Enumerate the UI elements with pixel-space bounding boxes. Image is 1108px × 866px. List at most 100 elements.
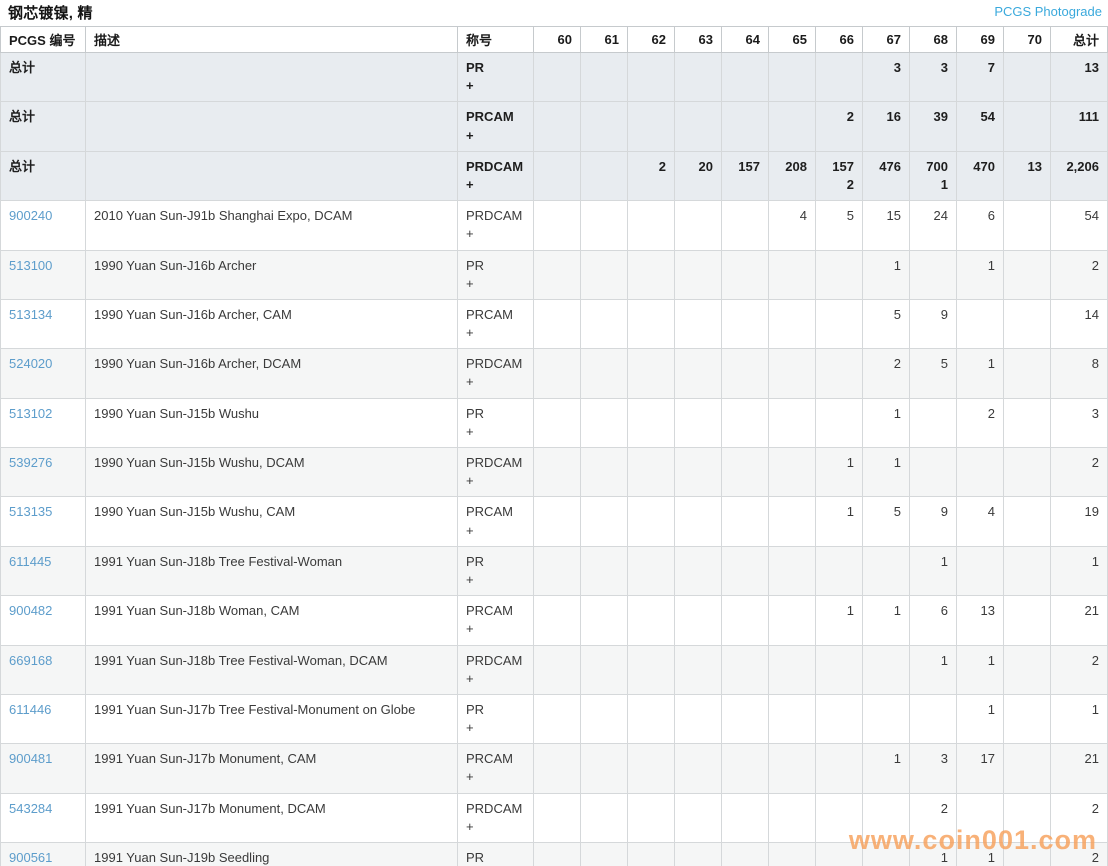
data-grade-cell — [534, 793, 581, 842]
col-header-grade-65: 65 — [769, 27, 816, 53]
total-grade-cell: 13 — [1051, 53, 1108, 102]
data-grade-cell: 5 — [863, 299, 910, 348]
table-body: 总计PR +33713总计PRCAM +2163954111总计PRDCAM +… — [1, 53, 1108, 866]
data-grade-cell — [581, 201, 628, 250]
total-grade-cell: 2,206 — [1051, 151, 1108, 200]
pcgs-number-cell: 539276 — [1, 448, 86, 497]
pcgs-number-cell: 611446 — [1, 694, 86, 743]
data-grade-cell — [957, 299, 1004, 348]
data-grade-cell — [628, 299, 675, 348]
designation-cell: PRCAM + — [458, 299, 534, 348]
page-title: 钢芯镀镍, 精 — [8, 2, 93, 23]
data-grade-cell: 1 — [816, 497, 863, 546]
designation-cell: PRDCAM + — [458, 645, 534, 694]
description-cell — [86, 151, 458, 200]
pcgs-number-link[interactable]: 611446 — [9, 702, 51, 717]
data-grade-cell: 2 — [1051, 448, 1108, 497]
description-cell: 1990 Yuan Sun-J15b Wushu, DCAM — [86, 448, 458, 497]
data-grade-cell — [769, 250, 816, 299]
data-grade-cell — [1004, 299, 1051, 348]
data-grade-cell — [816, 299, 863, 348]
pcgs-number-link[interactable]: 900240 — [9, 208, 52, 223]
pcgs-number-link[interactable]: 900482 — [9, 603, 52, 618]
data-grade-cell — [816, 250, 863, 299]
table-row: 5131351990 Yuan Sun-J15b Wushu, CAMPRCAM… — [1, 497, 1108, 546]
col-header-pcgs-number: PCGS 编号 — [1, 27, 86, 53]
total-grade-cell — [1004, 102, 1051, 151]
designation-cell: PRDCAM + — [458, 349, 534, 398]
data-grade-cell — [722, 250, 769, 299]
data-grade-cell: 3 — [1051, 398, 1108, 447]
data-grade-cell — [628, 596, 675, 645]
data-grade-cell — [581, 744, 628, 793]
pcgs-number-link[interactable]: 900481 — [9, 751, 52, 766]
data-grade-cell: 9 — [910, 299, 957, 348]
data-grade-cell — [581, 349, 628, 398]
description-cell — [86, 53, 458, 102]
pcgs-number-link[interactable]: 513100 — [9, 258, 52, 273]
data-grade-cell: 2 — [957, 398, 1004, 447]
total-grade-cell — [628, 102, 675, 151]
pcgs-photograde-link[interactable]: PCGS Photograde — [994, 4, 1102, 19]
data-grade-cell: 1 — [816, 448, 863, 497]
data-grade-cell: 17 — [957, 744, 1004, 793]
pcgs-number-link[interactable]: 524020 — [9, 356, 52, 371]
data-grade-cell — [534, 398, 581, 447]
data-grade-cell — [722, 398, 769, 447]
data-grade-cell — [816, 694, 863, 743]
data-grade-cell — [581, 546, 628, 595]
pcgs-number-link[interactable]: 513134 — [9, 307, 52, 322]
data-grade-cell — [769, 546, 816, 595]
data-grade-cell — [628, 546, 675, 595]
designation-cell: PR + — [458, 694, 534, 743]
data-grade-cell — [769, 448, 816, 497]
description-cell: 1991 Yuan Sun-J18b Tree Festival-Woman — [86, 546, 458, 595]
data-grade-cell: 13 — [957, 596, 1004, 645]
data-grade-cell — [534, 694, 581, 743]
designation-cell: PRCAM + — [458, 744, 534, 793]
col-header-grade-70: 70 — [1004, 27, 1051, 53]
total-grade-cell — [534, 53, 581, 102]
data-grade-cell — [628, 645, 675, 694]
data-grade-cell — [581, 398, 628, 447]
pcgs-number-cell: 513100 — [1, 250, 86, 299]
data-grade-cell — [1004, 744, 1051, 793]
pcgs-number-link[interactable]: 543284 — [9, 801, 52, 816]
pcgs-number-link[interactable]: 611445 — [9, 554, 51, 569]
data-grade-cell: 1 — [957, 250, 1004, 299]
data-grade-cell — [910, 398, 957, 447]
table-row: 9004821991 Yuan Sun-J18b Woman, CAMPRCAM… — [1, 596, 1108, 645]
table-row: 5392761990 Yuan Sun-J15b Wushu, DCAMPRDC… — [1, 448, 1108, 497]
designation-cell: PRDCAM + — [458, 793, 534, 842]
pcgs-number-link[interactable]: 513102 — [9, 406, 52, 421]
total-grade-cell — [581, 102, 628, 151]
page-header: 钢芯镀镍, 精 PCGS Photograde — [0, 0, 1108, 26]
col-header-description: 描述 — [86, 27, 458, 53]
data-grade-cell — [910, 448, 957, 497]
data-grade-cell: 2 — [1051, 250, 1108, 299]
col-header-grade-67: 67 — [863, 27, 910, 53]
data-grade-cell: 15 — [863, 201, 910, 250]
pcgs-number-cell: 513135 — [1, 497, 86, 546]
pcgs-number-link[interactable]: 513135 — [9, 504, 52, 519]
pcgs-number-cell: 669168 — [1, 645, 86, 694]
total-grade-cell — [534, 102, 581, 151]
total-grade-cell: 54 — [957, 102, 1004, 151]
description-cell: 1991 Yuan Sun-J19b Seedling — [86, 843, 458, 866]
pcgs-number-link[interactable]: 539276 — [9, 455, 52, 470]
total-grade-cell — [816, 53, 863, 102]
table-row: 5131021990 Yuan Sun-J15b WushuPR +123 — [1, 398, 1108, 447]
designation-cell: PR + — [458, 843, 534, 866]
pcgs-number-link[interactable]: 900561 — [9, 850, 52, 865]
col-header-total: 总计 — [1051, 27, 1108, 53]
data-grade-cell: 1 — [910, 645, 957, 694]
total-grade-cell — [769, 102, 816, 151]
col-header-grade-63: 63 — [675, 27, 722, 53]
data-grade-cell — [581, 497, 628, 546]
data-grade-cell: 5 — [910, 349, 957, 398]
total-label-cell: 总计 — [1, 53, 86, 102]
data-grade-cell — [581, 250, 628, 299]
pcgs-number-cell: 513134 — [1, 299, 86, 348]
data-grade-cell — [675, 497, 722, 546]
pcgs-number-link[interactable]: 669168 — [9, 653, 52, 668]
